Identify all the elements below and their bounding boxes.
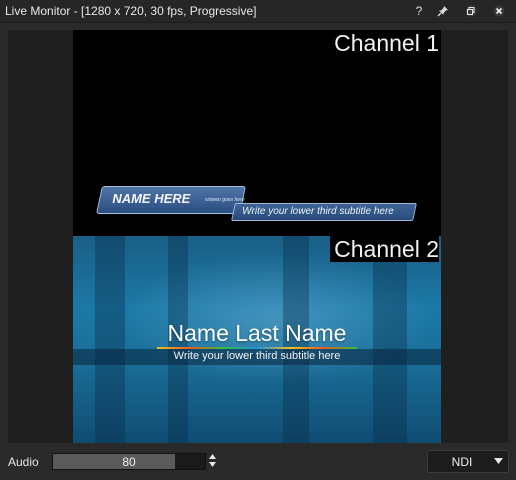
channel-2-view: Channel 2 Name Last Name Write your lowe… (73, 236, 441, 443)
video-preview: Channel 1 NAME HERE sixteen goes here Wr… (73, 30, 441, 443)
pin-icon (437, 6, 448, 17)
channel-2-label: Channel 2 (330, 236, 439, 262)
lower-third-subtitle: Write your lower third subtitle here (242, 206, 394, 217)
audio-value: 80 (122, 455, 136, 469)
channel-1-view: Channel 1 NAME HERE sixteen goes here Wr… (73, 30, 441, 236)
lower-third-subtitle-2: Write your lower third subtitle here (173, 350, 341, 362)
monitor-area: Channel 1 NAME HERE sixteen goes here Wr… (8, 30, 508, 443)
output-select-value: NDI (451, 455, 473, 469)
audio-stepper[interactable] (207, 452, 218, 469)
pin-button[interactable] (434, 2, 452, 20)
help-button[interactable]: ? (410, 2, 428, 20)
window-title: Live Monitor - [1280 x 720, 30 fps, Prog… (5, 4, 257, 18)
stepper-arrows-icon (209, 454, 216, 467)
help-icon: ? (415, 4, 423, 18)
close-icon (493, 5, 505, 17)
lower-third-name: NAME HERE (112, 191, 191, 206)
lower-third-title: Name Last Name (167, 320, 347, 346)
channel-1-label: Channel 1 (334, 30, 439, 56)
output-select[interactable]: NDI (427, 450, 509, 473)
chevron-down-icon (494, 458, 503, 464)
lower-third-subtitle-plate: Write your lower third subtitle here (231, 203, 417, 221)
audio-slider[interactable]: 80 (52, 453, 206, 470)
audio-label: Audio (8, 455, 39, 469)
close-button[interactable] (490, 2, 508, 20)
restore-icon (465, 5, 477, 17)
restore-button[interactable] (462, 2, 480, 20)
title-bar: Live Monitor - [1280 x 720, 30 fps, Prog… (0, 0, 516, 23)
